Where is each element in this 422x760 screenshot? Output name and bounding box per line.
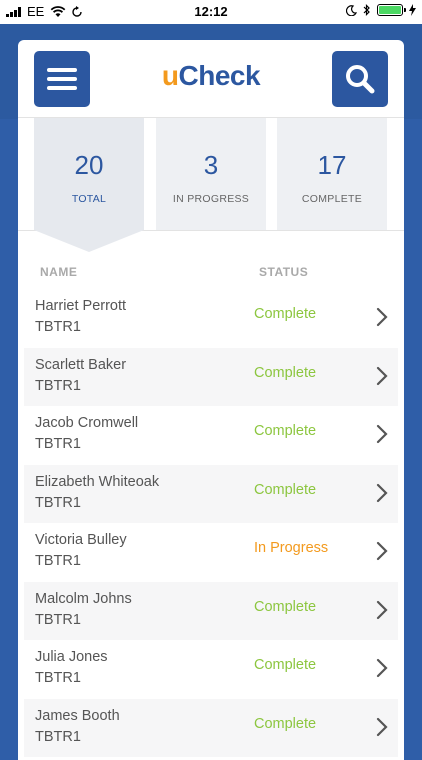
column-headers: NAME STATUS	[18, 231, 404, 289]
row-name: Victoria Bulley	[35, 532, 127, 548]
list-item[interactable]: Julia Jones TBTR1 Complete	[24, 640, 398, 699]
row-code: TBTR1	[35, 670, 81, 686]
row-name: Julia Jones	[35, 649, 108, 665]
search-button[interactable]	[332, 51, 388, 107]
status-bar: EE 12:12	[0, 0, 422, 24]
charging-icon	[409, 4, 416, 16]
row-code: TBTR1	[35, 436, 81, 452]
row-name: Scarlett Baker	[35, 356, 127, 373]
list-item[interactable]: James Booth TBTR1 Complete	[24, 698, 398, 757]
list-item[interactable]: Scarlett Baker TBTR1 Complete	[24, 347, 398, 406]
tile-complete[interactable]: 17 COMPLETE	[277, 118, 387, 230]
row-name: Malcolm Johns	[35, 590, 132, 607]
row-name: James Booth	[35, 707, 120, 724]
total-count: 20	[74, 150, 104, 180]
row-status: Complete	[254, 306, 317, 322]
bluetooth-icon	[363, 4, 370, 16]
battery-icon	[377, 4, 406, 16]
total-label: TOTAL	[71, 193, 107, 205]
row-code: TBTR1	[35, 728, 81, 745]
chevron-right-icon	[376, 366, 388, 385]
list-item[interactable]: Harriet Perrott TBTR1 Complete	[24, 289, 398, 348]
chevron-right-icon	[376, 307, 388, 327]
chevron-right-icon	[376, 541, 388, 561]
tile-in-progress[interactable]: 3 IN PROGRESS	[156, 118, 266, 230]
status-bar-right	[346, 4, 416, 16]
row-status: Complete	[254, 481, 317, 498]
row-status: Complete	[254, 598, 317, 615]
complete-count: 17	[317, 150, 347, 180]
row-code: TBTR1	[35, 319, 81, 335]
complete-label: COMPLETE	[301, 193, 363, 205]
list-item[interactable]: Malcolm Johns TBTR1 Complete	[24, 581, 398, 640]
row-status: Complete	[254, 364, 317, 381]
search-icon	[346, 65, 375, 94]
in-progress-label: IN PROGRESS	[172, 193, 250, 205]
row-status: In Progress	[254, 540, 329, 556]
row-code: TBTR1	[35, 553, 81, 569]
row-code: TBTR1	[35, 494, 81, 511]
tile-total[interactable]: 20 TOTAL	[34, 118, 144, 230]
list-item[interactable]: Elizabeth Whiteoak TBTR1 Complete	[24, 464, 398, 523]
column-header-name: NAME	[40, 265, 78, 279]
main-card: uCheck 20 TOTAL 3 IN PROGRESS 17 COMPLET…	[18, 40, 404, 760]
row-name: Jacob Cromwell	[35, 415, 139, 431]
candidate-list: Harriet Perrott TBTR1 Complete Scarlett Bak…	[18, 289, 404, 757]
chevron-right-icon	[376, 658, 388, 678]
row-code: TBTR1	[35, 377, 81, 394]
summary-tiles: 20 TOTAL 3 IN PROGRESS 17 COMPLETE	[18, 118, 404, 252]
row-status: Complete	[254, 657, 317, 673]
list-item[interactable]: Jacob Cromwell TBTR1 Complete	[24, 406, 398, 465]
in-progress-count: 3	[203, 150, 219, 180]
moon-icon	[346, 4, 357, 16]
row-name: Harriet Perrott	[35, 298, 127, 314]
row-name: Elizabeth Whiteoak	[35, 473, 160, 490]
chevron-right-icon	[376, 717, 388, 736]
app-header: uCheck	[18, 40, 404, 118]
chevron-right-icon	[376, 600, 388, 619]
row-code: TBTR1	[35, 611, 81, 628]
list-item[interactable]: Victoria Bulley TBTR1 In Progress	[24, 523, 398, 582]
logo-check: Check	[178, 60, 261, 91]
chevron-right-icon	[376, 424, 388, 444]
logo-u: u	[161, 60, 179, 91]
row-status: Complete	[254, 423, 317, 439]
row-status: Complete	[254, 715, 317, 732]
column-header-status: STATUS	[259, 265, 309, 279]
chevron-right-icon	[376, 483, 388, 502]
